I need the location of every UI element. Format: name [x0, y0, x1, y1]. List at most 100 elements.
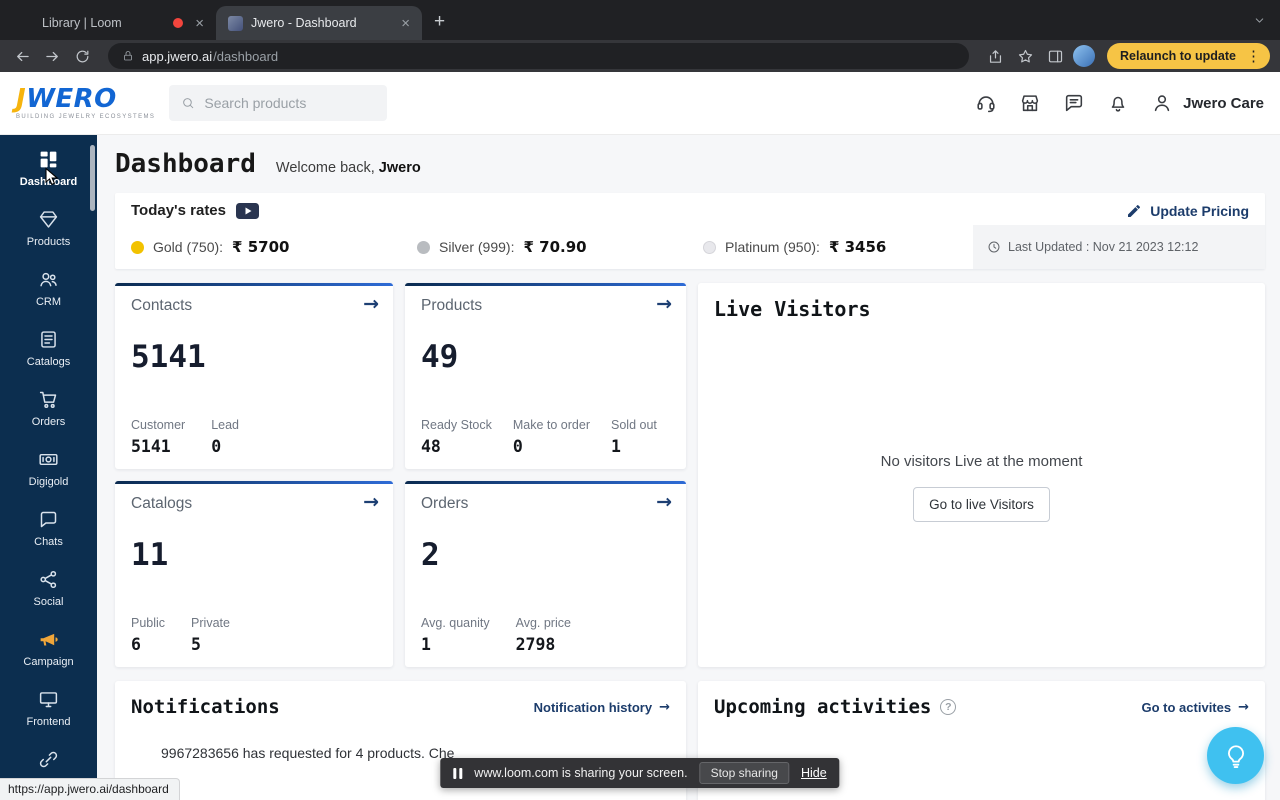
chat-bubble-icon	[40, 511, 57, 528]
page-title: Dashboard	[115, 149, 256, 179]
upcoming-activities-title: Upcoming activities	[714, 696, 932, 718]
pencil-icon	[1128, 204, 1141, 217]
sidebar-item-social[interactable]: Social	[0, 559, 97, 619]
product-search[interactable]	[169, 85, 388, 121]
update-pricing-button[interactable]: Update Pricing	[1126, 203, 1249, 219]
url-host: app.jwero.ai	[142, 48, 213, 64]
products-count: 49	[421, 339, 459, 375]
support-headset-icon[interactable]	[975, 92, 997, 114]
dashboard-icon	[40, 151, 57, 168]
sidebar-item-chats[interactable]: Chats	[0, 499, 97, 559]
logo-tagline: BUILDING JEWELRY ECOSYSTEMS	[16, 114, 156, 120]
jwero-logo[interactable]: JWERO BUILDING JEWELRY ECOSYSTEMS	[16, 86, 155, 120]
sidebar-item-products[interactable]: Products	[0, 199, 97, 259]
stat-private: Private 5	[191, 616, 230, 654]
bulb-icon	[1227, 744, 1244, 768]
silver-dot-icon	[417, 240, 430, 254]
stat-customer: Customer 5141	[131, 418, 186, 456]
tab-title: Library | Loom	[42, 16, 122, 30]
share-icon[interactable]	[983, 44, 1007, 68]
screen-share-bar: www.loom.com is sharing your screen. Sto…	[440, 758, 840, 788]
go-to-live-visitors-button[interactable]: Go to live Visitors	[913, 486, 1050, 522]
help-fab-button[interactable]	[1207, 727, 1264, 784]
stop-sharing-button[interactable]: Stop sharing	[699, 762, 789, 784]
sidebar-nav: Dashboard Products CRM Catalogs Orders D…	[0, 135, 97, 800]
profile-avatar[interactable]	[1073, 45, 1096, 67]
card-title: Contacts	[131, 297, 193, 314]
orders-card: Orders → 2 Avg. quanity 1 Avg. price 279…	[405, 481, 686, 667]
stat-ready-stock: Ready Stock 48	[421, 418, 492, 456]
platinum-rate-value: ₹ 3456	[828, 238, 887, 256]
welcome-name: Jwero	[378, 160, 421, 176]
pause-icon[interactable]	[453, 767, 463, 779]
card-title: Catalogs	[131, 495, 193, 512]
bell-icon[interactable]	[1107, 92, 1129, 114]
tab-loom[interactable]: Library | Loom ×	[30, 6, 216, 40]
orders-arrow-icon[interactable]: →	[656, 491, 672, 513]
notification-history-link[interactable]: Notification history →	[534, 700, 670, 715]
tab-close-icon[interactable]: ×	[397, 15, 414, 32]
new-tab-button[interactable]: +	[434, 11, 445, 33]
relaunch-label: Relaunch to update	[1120, 49, 1236, 63]
storefront-icon[interactable]	[1019, 92, 1041, 114]
platinum-rate: Platinum (950): ₹ 3456	[687, 225, 973, 269]
last-updated-chip: Last Updated : Nov 21 2023 12:12	[973, 225, 1265, 269]
tab-close-icon[interactable]: ×	[191, 15, 208, 32]
rates-title: Today's rates	[131, 202, 226, 219]
card-title: Products	[421, 297, 483, 314]
help-icon[interactable]: ?	[940, 699, 957, 715]
cart-icon	[39, 391, 57, 409]
sidebar-item-orders[interactable]: Orders	[0, 379, 97, 439]
browser-menu-icon[interactable]: ⋮	[1242, 47, 1265, 65]
tab-title: Jwero - Dashboard	[251, 16, 357, 30]
back-button[interactable]	[10, 44, 34, 68]
monitor-icon	[39, 692, 58, 708]
hide-link[interactable]: Hide	[801, 766, 827, 780]
welcome-text: Welcome back, Jwero	[275, 160, 421, 176]
address-bar[interactable]: app.jwero.ai/dashboard	[108, 43, 970, 69]
live-visitors-panel: Live Visitors No visitors Live at the mo…	[698, 283, 1265, 667]
go-to-activities-link[interactable]: Go to activites →	[1142, 700, 1249, 715]
browser-tab-bar: Library | Loom × Jwero - Dashboard × +	[0, 0, 1280, 40]
contacts-arrow-icon[interactable]: →	[363, 293, 379, 315]
stat-lead: Lead 0	[211, 418, 239, 456]
scrollbar-thumb[interactable]	[90, 145, 95, 211]
sidebar-item-frontend[interactable]: Frontend	[0, 679, 97, 739]
orders-count: 2	[421, 537, 440, 573]
silver-rate-value: ₹ 70.90	[523, 238, 587, 256]
gold-dot-icon	[131, 240, 144, 254]
sidebar-item-campaign[interactable]: Campaign	[0, 619, 97, 679]
clock-icon	[988, 241, 1000, 253]
logo-rest: WERO	[26, 84, 117, 114]
tab-jwero-dashboard[interactable]: Jwero - Dashboard ×	[216, 6, 422, 40]
sidebar-item-crm[interactable]: CRM	[0, 259, 97, 319]
arrow-right-icon: →	[1238, 699, 1249, 715]
sidebar-item-links[interactable]	[0, 739, 97, 781]
tab-overflow-chevron-icon[interactable]	[1253, 14, 1266, 27]
forward-button[interactable]	[40, 44, 64, 68]
account-menu[interactable]: Jwero Care	[1151, 92, 1264, 114]
link-icon	[39, 751, 58, 768]
bookmark-star-icon[interactable]	[1013, 44, 1037, 68]
megaphone-icon	[40, 633, 58, 646]
catalogs-arrow-icon[interactable]: →	[363, 491, 379, 513]
account-name: Jwero Care	[1183, 94, 1264, 112]
sidebar-item-digigold[interactable]: Digigold	[0, 439, 97, 499]
gold-rate: Gold (750): ₹ 5700	[115, 225, 401, 269]
browser-toolbar: app.jwero.ai/dashboard Relaunch to updat…	[0, 40, 1280, 72]
search-input[interactable]	[204, 95, 376, 111]
share-message: www.loom.com is sharing your screen.	[474, 766, 688, 780]
refresh-button[interactable]	[70, 44, 94, 68]
live-visitors-title: Live Visitors	[714, 297, 871, 321]
side-panel-icon[interactable]	[1043, 44, 1067, 68]
money-icon	[39, 453, 58, 466]
youtube-tutorial-icon[interactable]	[236, 202, 259, 219]
status-url: https://app.jwero.ai/dashboard	[0, 778, 180, 800]
sidebar-item-catalogs[interactable]: Catalogs	[0, 319, 97, 379]
products-arrow-icon[interactable]: →	[656, 293, 672, 315]
todays-rates-panel: Today's rates Update Pricing Gold (750):…	[115, 193, 1265, 269]
relaunch-to-update-button[interactable]: Relaunch to update ⋮	[1107, 43, 1270, 69]
chat-icon[interactable]	[1063, 92, 1085, 114]
sidebar-item-dashboard[interactable]: Dashboard	[0, 139, 97, 199]
stat-sold-out: Sold out 1	[611, 418, 657, 456]
